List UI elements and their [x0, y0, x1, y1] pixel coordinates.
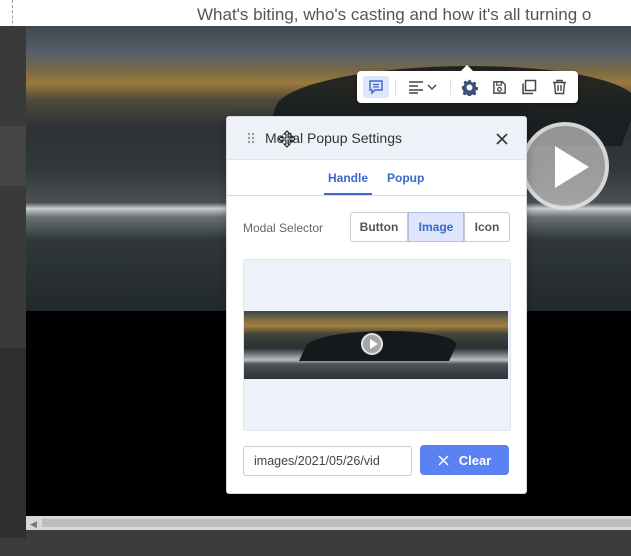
scrollbar-thumb[interactable]: [42, 519, 631, 527]
content-strip: What's biting, who's casting and how it'…: [0, 0, 631, 26]
article-text: What's biting, who's casting and how it'…: [197, 5, 592, 24]
copy-icon: [522, 79, 537, 95]
horizontal-scrollbar[interactable]: ◀: [26, 516, 631, 530]
modal-tabs: Handle Popup: [227, 160, 526, 196]
save-icon: [492, 80, 506, 94]
selector-image-option[interactable]: Image: [408, 212, 464, 242]
tab-handle[interactable]: Handle: [328, 171, 368, 185]
close-icon[interactable]: [495, 132, 509, 146]
clear-button[interactable]: Clear: [420, 445, 509, 475]
drag-handle-icon[interactable]: [247, 132, 255, 144]
block-toolbar: [357, 65, 578, 103]
trash-icon: [552, 79, 566, 95]
gear-icon: [461, 79, 478, 96]
chevron-down-icon: [427, 84, 436, 90]
image-preview[interactable]: [243, 259, 511, 431]
comment-icon: [369, 80, 383, 95]
selector-icon-option[interactable]: Icon: [464, 212, 510, 242]
scroll-left-icon[interactable]: ◀: [30, 519, 37, 530]
clear-button-label: Clear: [458, 452, 492, 468]
move-cursor-icon: [278, 130, 296, 148]
save-button[interactable]: [488, 77, 510, 97]
align-button[interactable]: [405, 77, 439, 97]
align-left-icon: [408, 81, 423, 94]
settings-button[interactable]: [458, 77, 480, 97]
delete-button[interactable]: [548, 77, 570, 97]
preview-thumbnail: [244, 311, 508, 379]
selector-button-option[interactable]: Button: [350, 212, 408, 242]
comment-button[interactable]: [363, 76, 389, 98]
image-path-input[interactable]: [243, 446, 412, 476]
close-icon: [438, 454, 449, 466]
modal-selector-label: Modal Selector: [243, 221, 324, 235]
play-icon: [361, 333, 383, 355]
left-gutter: [0, 26, 26, 538]
active-tab-indicator: [324, 193, 372, 195]
modal-popup-settings-panel: Modal Popup Settings Handle Popup Modal …: [226, 116, 527, 494]
play-icon[interactable]: [521, 122, 609, 210]
tab-popup[interactable]: Popup: [387, 171, 424, 185]
modal-header[interactable]: Modal Popup Settings: [227, 117, 526, 160]
duplicate-button[interactable]: [518, 77, 540, 97]
